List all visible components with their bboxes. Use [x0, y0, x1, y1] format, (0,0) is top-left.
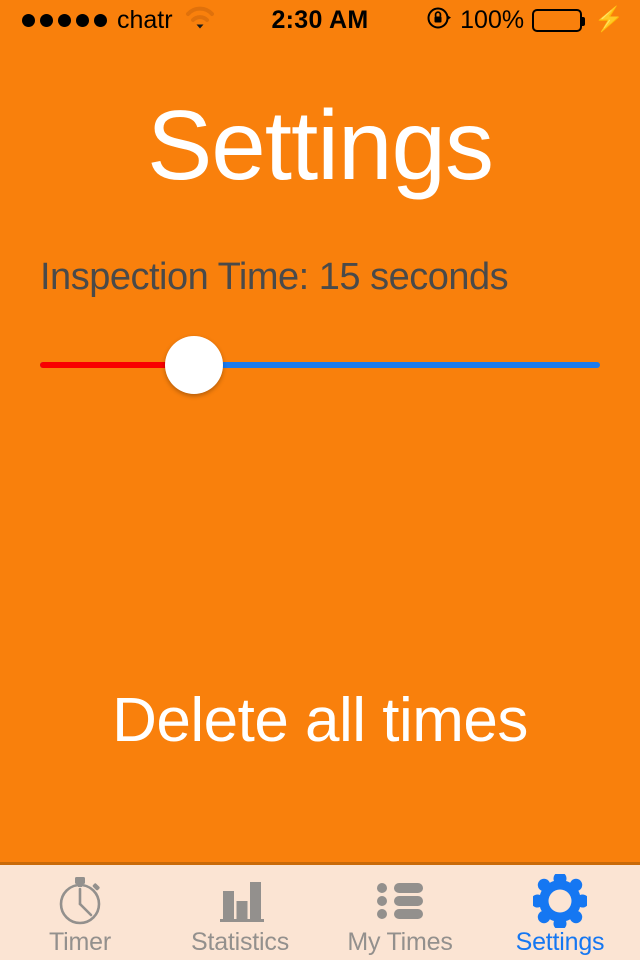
gear-icon	[533, 874, 587, 928]
battery-percentage-label: 100%	[460, 5, 525, 34]
inspection-time-slider[interactable]	[40, 336, 600, 394]
app-screen: chatr 2:30 AM 100% ⚡ Settings Inspection…	[0, 0, 640, 960]
battery-icon	[532, 8, 586, 32]
stopwatch-icon	[54, 875, 106, 927]
status-bar-right: 100% ⚡	[426, 0, 624, 40]
page-title: Settings	[146, 90, 494, 200]
tab-statistics[interactable]: Statistics	[160, 865, 320, 960]
tab-label-my-times: My Times	[347, 928, 453, 956]
tab-timer[interactable]: Timer	[0, 865, 160, 960]
rotation-lock-icon	[426, 5, 452, 36]
tab-my-times[interactable]: My Times	[320, 865, 480, 960]
bulleted-list-icon	[374, 875, 426, 927]
bar-chart-icon	[214, 875, 266, 927]
tab-label-timer: Timer	[49, 928, 111, 956]
status-bar: chatr 2:30 AM 100% ⚡	[0, 0, 640, 40]
lightning-bolt-icon: ⚡	[594, 6, 624, 33]
tab-label-statistics: Statistics	[190, 928, 290, 956]
delete-all-times-button[interactable]: Delete all times	[0, 690, 640, 752]
tab-settings[interactable]: Settings	[480, 865, 640, 960]
inspection-time-label: Inspection Time: 15 seconds	[40, 256, 509, 298]
tab-bar: Timer Statistics My Times Settings	[0, 862, 640, 960]
slider-thumb[interactable]	[165, 336, 223, 394]
tab-label-settings: Settings	[515, 928, 605, 956]
